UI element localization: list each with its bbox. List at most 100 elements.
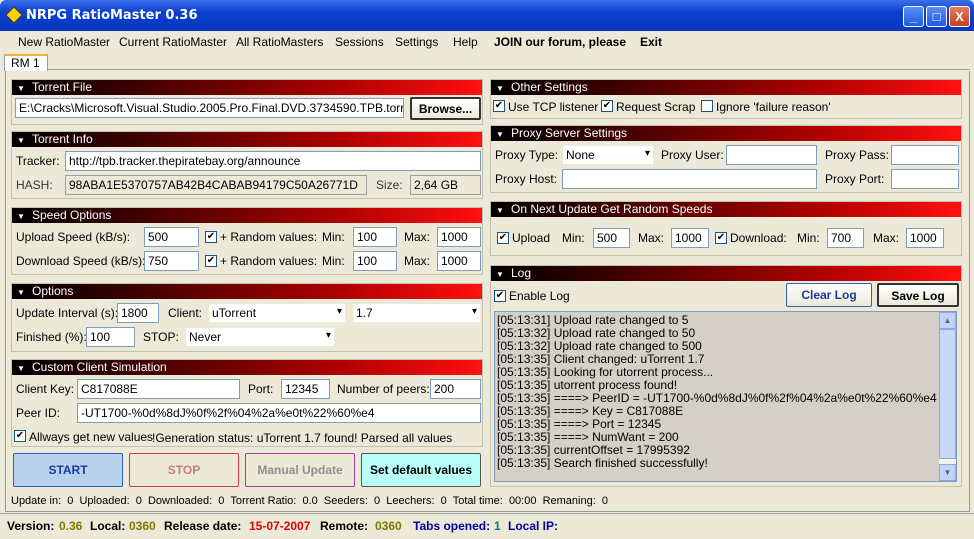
log-textarea[interactable]: [05:13:31] Upload rate changed to 5 [05:1… bbox=[494, 311, 957, 482]
random-upload-checkbox[interactable]: ✔ bbox=[497, 232, 509, 244]
random-down-max-input[interactable]: 1000 bbox=[906, 228, 944, 248]
log-line: [05:13:35] Search finished successfully! bbox=[497, 456, 708, 470]
menu-all-ratiomasters[interactable]: All RatioMasters bbox=[236, 35, 323, 49]
client-key-label: Client Key: bbox=[16, 382, 75, 396]
download-min-label: Min: bbox=[322, 254, 345, 268]
start-button[interactable]: START bbox=[13, 453, 123, 487]
torrent-file-header: Torrent File bbox=[12, 80, 482, 96]
stop-button[interactable]: STOP bbox=[129, 453, 239, 487]
proxy-host-input[interactable] bbox=[562, 169, 817, 189]
stop-select[interactable]: Never bbox=[185, 327, 335, 347]
options-header: Options bbox=[12, 284, 482, 300]
download-min-input[interactable]: 100 bbox=[353, 251, 397, 271]
size-field: 2,64 GB bbox=[410, 175, 481, 195]
info-bar: Version: 0.36 Local: 0360 Release date: … bbox=[0, 513, 974, 539]
manual-update-button[interactable]: Manual Update bbox=[245, 453, 355, 487]
finished-input[interactable]: 100 bbox=[86, 327, 135, 347]
port-label: Port: bbox=[248, 382, 274, 396]
random-up-min-label: Min: bbox=[562, 231, 585, 245]
client-key-input[interactable]: C817088E bbox=[77, 379, 240, 399]
download-random-checkbox[interactable]: ✔ bbox=[205, 255, 217, 267]
proxy-type-label: Proxy Type: bbox=[495, 148, 559, 162]
interval-input[interactable]: 1800 bbox=[117, 303, 159, 323]
download-random-label: + Random values: bbox=[220, 254, 318, 268]
ignore-failure-label: Ignore 'failure reason' bbox=[716, 100, 831, 114]
peers-input[interactable]: 200 bbox=[430, 379, 481, 399]
menu-settings[interactable]: Settings bbox=[395, 35, 438, 49]
version-value: 0.36 bbox=[59, 519, 83, 533]
upload-min-input[interactable]: 100 bbox=[353, 227, 397, 247]
save-log-button[interactable]: Save Log bbox=[877, 283, 959, 307]
tcp-listener-checkbox[interactable]: ✔ bbox=[493, 100, 505, 112]
log-scrollbar[interactable]: ▲ ▼ bbox=[939, 312, 956, 481]
set-default-values-button[interactable]: Set default values bbox=[361, 453, 481, 487]
random-upload-label: Upload bbox=[512, 231, 551, 245]
random-download-label: Download: bbox=[730, 231, 787, 245]
port-input[interactable]: 12345 bbox=[281, 379, 330, 399]
torrent-path-input[interactable]: E:\Cracks\Microsoft.Visual.Studio.2005.P… bbox=[15, 98, 404, 118]
random-down-min-input[interactable]: 700 bbox=[827, 228, 864, 248]
minimize-button[interactable]: _ bbox=[903, 6, 924, 27]
request-scrap-checkbox[interactable]: ✔ bbox=[601, 100, 613, 112]
close-button[interactable]: X bbox=[949, 6, 970, 27]
hash-field: 98ABA1E5370757AB42B4CABAB94179C50A26771D bbox=[65, 175, 367, 195]
proxy-port-label: Proxy Port: bbox=[825, 172, 885, 186]
local-value: 0360 bbox=[129, 519, 156, 533]
menu-join-forum[interactable]: JOIN our forum, please bbox=[494, 35, 626, 49]
enable-log-checkbox[interactable]: ✔ bbox=[494, 290, 506, 302]
random-download-checkbox[interactable]: ✔ bbox=[715, 232, 727, 244]
release-label: Release date: bbox=[164, 519, 242, 533]
menu-new-ratiomaster[interactable]: New RatioMaster bbox=[18, 35, 110, 49]
stop-label: STOP: bbox=[143, 330, 179, 344]
app-icon bbox=[5, 6, 23, 24]
menu-exit[interactable]: Exit bbox=[640, 35, 662, 49]
tcp-listener-label: Use TCP listener bbox=[508, 100, 599, 114]
tracker-label: Tracker: bbox=[16, 154, 60, 168]
client-select[interactable]: uTorrent bbox=[208, 303, 346, 323]
proxy-user-input[interactable] bbox=[726, 145, 817, 165]
proxy-header: Proxy Server Settings bbox=[491, 126, 961, 142]
client-version-select[interactable]: 1.7 bbox=[352, 303, 481, 323]
browse-button[interactable]: Browse... bbox=[410, 97, 481, 120]
menu-help[interactable]: Help bbox=[453, 35, 478, 49]
peer-id-input[interactable]: -UT1700-%0d%8dJ%0f%2f%04%2a%e0t%22%60%e4 bbox=[77, 403, 481, 423]
other-settings-header: Other Settings bbox=[491, 80, 961, 96]
tab-strip bbox=[4, 54, 970, 70]
clear-log-button[interactable]: Clear Log bbox=[786, 283, 872, 307]
ignore-failure-checkbox[interactable] bbox=[701, 100, 713, 112]
proxy-pass-input[interactable] bbox=[891, 145, 959, 165]
log-header: Log bbox=[491, 266, 961, 282]
upload-speed-label: Upload Speed (kB/s): bbox=[16, 230, 131, 244]
tabs-label: Tabs opened: bbox=[413, 519, 491, 533]
scroll-thumb[interactable] bbox=[939, 329, 956, 459]
random-up-max-input[interactable]: 1000 bbox=[671, 228, 709, 248]
scroll-down-icon[interactable]: ▼ bbox=[939, 464, 956, 481]
upload-random-label: + Random values: bbox=[220, 230, 318, 244]
proxy-pass-label: Proxy Pass: bbox=[825, 148, 890, 162]
always-new-values-checkbox[interactable]: ✔ bbox=[14, 430, 26, 442]
random-speeds-header: On Next Update Get Random Speeds bbox=[491, 202, 961, 218]
log-lines: [05:13:31] Upload rate changed to 5 [05:1… bbox=[497, 314, 937, 470]
tracker-input[interactable]: http://tpb.tracker.thepiratebay.org/anno… bbox=[65, 151, 481, 171]
upload-min-label: Min: bbox=[322, 230, 345, 244]
local-ip-label: Local IP: bbox=[508, 519, 559, 533]
upload-max-input[interactable]: 1000 bbox=[437, 227, 481, 247]
maximize-button[interactable]: □ bbox=[926, 6, 947, 27]
tab-rm1[interactable]: RM 1 bbox=[4, 54, 48, 71]
menu-sessions[interactable]: Sessions bbox=[335, 35, 384, 49]
status-line: Update in: 0 Uploaded: 0 Downloaded: 0 T… bbox=[11, 495, 609, 507]
proxy-type-select[interactable]: None bbox=[562, 145, 654, 165]
upload-max-label: Max: bbox=[404, 230, 431, 244]
upload-speed-input[interactable]: 500 bbox=[144, 227, 199, 247]
menu-current-ratiomaster[interactable]: Current RatioMaster bbox=[119, 35, 227, 49]
random-up-min-input[interactable]: 500 bbox=[593, 228, 630, 248]
proxy-port-input[interactable] bbox=[891, 169, 959, 189]
download-max-input[interactable]: 1000 bbox=[437, 251, 481, 271]
proxy-host-label: Proxy Host: bbox=[495, 172, 558, 186]
local-label: Local: bbox=[90, 519, 126, 533]
upload-random-checkbox[interactable]: ✔ bbox=[205, 231, 217, 243]
remote-label: Remote: bbox=[320, 519, 369, 533]
scroll-up-icon[interactable]: ▲ bbox=[939, 312, 956, 329]
download-speed-input[interactable]: 750 bbox=[144, 251, 199, 271]
window-title: NRPG RatioMaster 0.36 bbox=[26, 8, 198, 23]
